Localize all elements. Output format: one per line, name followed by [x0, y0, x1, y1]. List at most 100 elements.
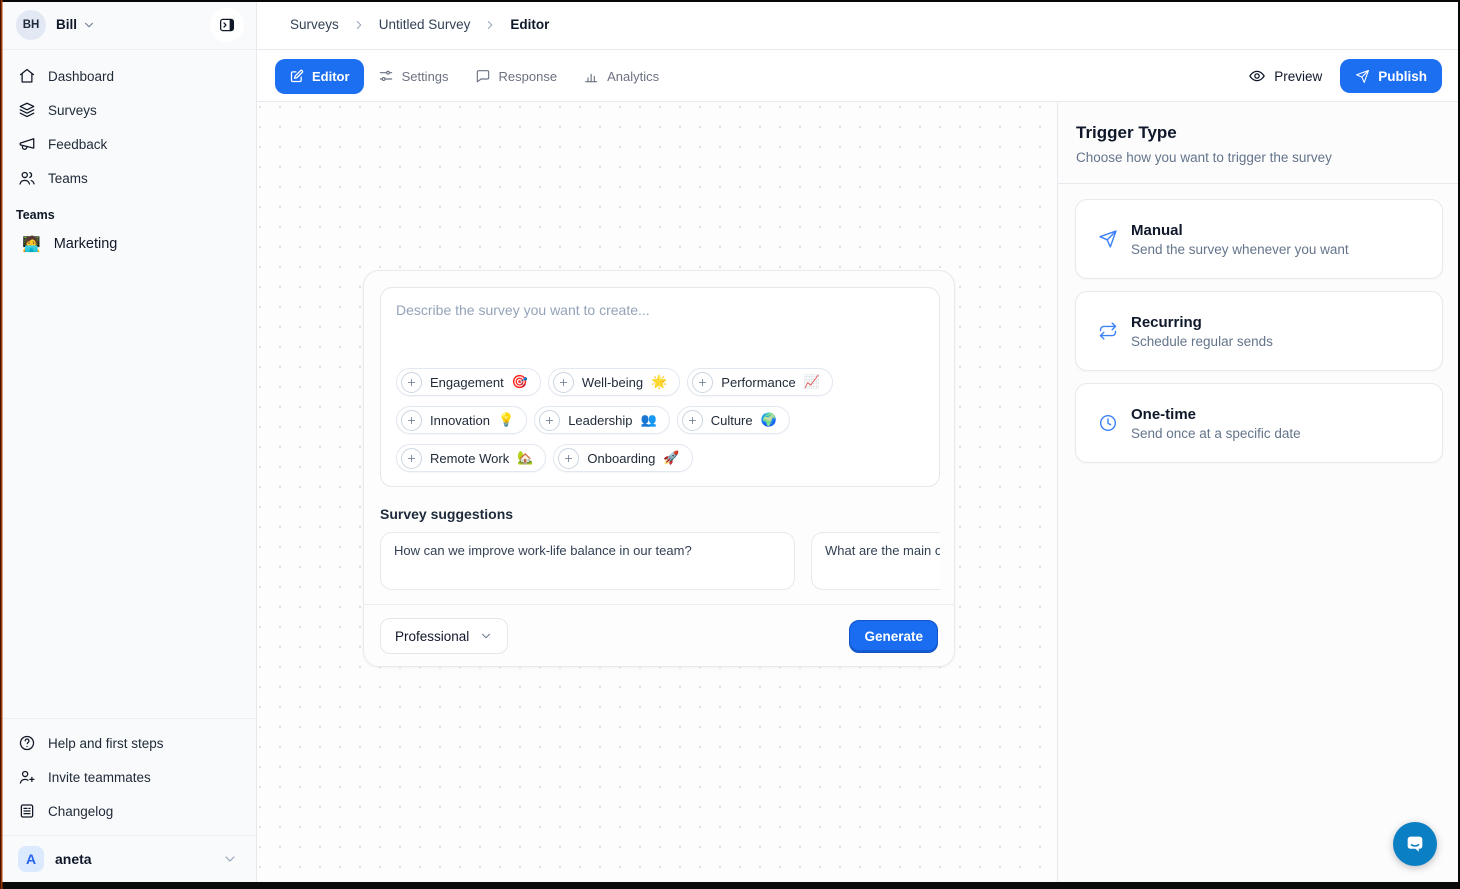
topic-chip-onboarding[interactable]: Onboarding 🚀 — [553, 444, 692, 472]
chip-label: Well-being — [582, 375, 643, 390]
chip-emoji: 🏡 — [517, 450, 533, 466]
workspace-name: Bill — [56, 17, 77, 32]
sidebar-item-help[interactable]: Help and first steps — [8, 726, 248, 760]
preview-button[interactable]: Preview — [1248, 67, 1322, 85]
topic-chip-engagement[interactable]: Engagement 🎯 — [396, 368, 541, 396]
topic-chips: Engagement 🎯 Well-being 🌟 Performance 📈 — [396, 368, 924, 472]
suggestions-carousel: How can we improve work-life balance in … — [380, 532, 940, 590]
preview-label: Preview — [1274, 69, 1322, 84]
tab-editor[interactable]: Editor — [275, 59, 364, 94]
repeat-icon — [1098, 321, 1118, 341]
panel-title: Trigger Type — [1076, 123, 1442, 143]
workspace-avatar: BH — [16, 10, 46, 40]
workspace-switcher[interactable]: BH Bill — [0, 0, 256, 50]
tone-value: Professional — [395, 629, 469, 644]
plus-icon — [401, 448, 422, 469]
option-title: One-time — [1131, 406, 1301, 423]
tab-label: Settings — [402, 69, 449, 84]
sidebar-nav: Dashboard Surveys Feedback Teams — [0, 50, 256, 195]
breadcrumb: Surveys Untitled Survey Editor — [257, 0, 1460, 50]
generator-footer: Professional Generate — [364, 604, 954, 654]
sidebar-item-label: Surveys — [48, 103, 97, 118]
plus-icon — [558, 448, 579, 469]
panel-right-icon — [218, 16, 236, 34]
send-icon — [1355, 69, 1370, 84]
teams-section-label: Teams — [16, 208, 240, 222]
publish-button[interactable]: Publish — [1340, 59, 1442, 93]
message-square-icon — [475, 68, 491, 84]
survey-prompt-input[interactable]: Describe the survey you want to create..… — [380, 287, 940, 487]
chip-emoji: 👥 — [641, 412, 657, 428]
suggestion-text: What are the main ob — [825, 543, 940, 558]
sidebar-item-changelog[interactable]: Changelog — [8, 794, 248, 828]
window-edge — [0, 0, 3, 889]
trigger-type-panel: Trigger Type Choose how you want to trig… — [1058, 102, 1460, 882]
chevron-right-icon — [352, 18, 366, 32]
topic-chip-remote-work[interactable]: Remote Work 🏡 — [396, 444, 546, 472]
tone-select[interactable]: Professional — [380, 618, 508, 654]
sidebar-collapse-button[interactable] — [210, 8, 244, 42]
editor-toolbar: Editor Settings Response Analytics — [257, 51, 1460, 102]
editor-canvas[interactable]: Describe the survey you want to create..… — [257, 102, 1058, 882]
bar-chart-icon — [583, 68, 599, 84]
generate-button[interactable]: Generate — [849, 620, 938, 653]
option-title: Manual — [1131, 222, 1349, 239]
changelog-icon — [18, 802, 36, 820]
sidebar-item-team-marketing[interactable]: 🧑‍💻 Marketing — [8, 228, 248, 260]
clock-icon — [1098, 413, 1118, 433]
home-icon — [18, 67, 36, 85]
breadcrumb-surveys[interactable]: Surveys — [290, 17, 339, 32]
user-plus-icon — [18, 768, 36, 786]
chat-launcher-button[interactable] — [1393, 822, 1437, 866]
pencil-square-icon — [289, 69, 304, 84]
chip-label: Leadership — [568, 413, 632, 428]
tab-settings[interactable]: Settings — [366, 59, 461, 94]
chip-label: Innovation — [430, 413, 490, 428]
chip-label: Performance — [721, 375, 795, 390]
topic-chip-innovation[interactable]: Innovation 💡 — [396, 406, 527, 434]
chip-label: Engagement — [430, 375, 504, 390]
account-menu[interactable]: A aneta — [8, 836, 248, 882]
team-emoji: 🧑‍💻 — [22, 235, 41, 253]
tab-analytics[interactable]: Analytics — [571, 59, 671, 94]
sidebar-item-dashboard[interactable]: Dashboard — [8, 59, 248, 93]
users-icon — [18, 169, 36, 187]
plus-icon — [401, 410, 422, 431]
trigger-option-one-time[interactable]: One-time Send once at a specific date — [1075, 383, 1443, 463]
app-window: BH Bill Dashboard — [0, 0, 1460, 889]
option-description: Schedule regular sends — [1131, 334, 1273, 349]
chip-emoji: 🎯 — [512, 374, 528, 390]
sliders-icon — [378, 68, 394, 84]
topic-chip-performance[interactable]: Performance 📈 — [687, 368, 833, 396]
team-label: Marketing — [54, 236, 118, 252]
help-circle-icon — [18, 734, 36, 752]
topic-chip-culture[interactable]: Culture 🌍 — [677, 406, 790, 434]
suggestion-card[interactable]: How can we improve work-life balance in … — [380, 532, 795, 590]
trigger-option-manual[interactable]: Manual Send the survey whenever you want — [1075, 199, 1443, 279]
sidebar-item-feedback[interactable]: Feedback — [8, 127, 248, 161]
suggestion-card[interactable]: What are the main ob — [811, 532, 940, 590]
sidebar-item-surveys[interactable]: Surveys — [8, 93, 248, 127]
plus-icon — [692, 372, 713, 393]
sidebar: BH Bill Dashboard — [0, 0, 257, 882]
sidebar-item-label: Dashboard — [48, 69, 114, 84]
tab-response[interactable]: Response — [463, 59, 570, 94]
window-edge — [0, 0, 1460, 2]
trigger-option-recurring[interactable]: Recurring Schedule regular sends — [1075, 291, 1443, 371]
plus-icon — [682, 410, 703, 431]
sidebar-footer: Help and first steps Invite teammates Ch… — [0, 718, 256, 882]
topic-chip-wellbeing[interactable]: Well-being 🌟 — [548, 368, 680, 396]
chip-emoji: 🌟 — [651, 374, 667, 390]
prompt-placeholder: Describe the survey you want to create..… — [396, 302, 924, 318]
chevron-down-icon — [479, 629, 493, 643]
breadcrumb-survey-name[interactable]: Untitled Survey — [379, 17, 471, 32]
sidebar-item-teams[interactable]: Teams — [8, 161, 248, 195]
chip-label: Culture — [711, 413, 753, 428]
suggestion-text: How can we improve work-life balance in … — [394, 543, 781, 558]
chip-emoji: 💡 — [498, 412, 514, 428]
topic-chip-leadership[interactable]: Leadership 👥 — [534, 406, 670, 434]
sidebar-item-label: Changelog — [48, 804, 113, 819]
option-description: Send the survey whenever you want — [1131, 242, 1349, 257]
tab-label: Editor — [312, 69, 350, 84]
sidebar-item-invite[interactable]: Invite teammates — [8, 760, 248, 794]
